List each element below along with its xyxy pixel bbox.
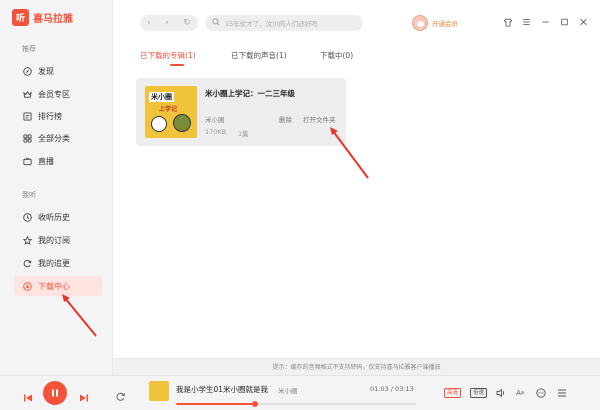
- logo-mark-icon: 听: [12, 9, 29, 26]
- section-label-recommend: 推荐: [22, 45, 36, 53]
- vip-label: 开通会员: [432, 20, 458, 28]
- sidebar-item-label: 我的订阅: [38, 235, 70, 245]
- repeat-icon[interactable]: [115, 387, 126, 406]
- active-tab-indicator: [170, 64, 184, 66]
- sidebar-item-label: 全部分类: [38, 133, 70, 143]
- playlist-icon[interactable]: [556, 387, 568, 399]
- sidebar-item-live[interactable]: 直播: [14, 151, 102, 171]
- now-playing-title[interactable]: 我是小学生01米小圈就是我: [176, 384, 268, 395]
- now-playing-cover[interactable]: [149, 381, 169, 401]
- volume-icon[interactable]: [495, 387, 507, 399]
- sidebar-item-downloads[interactable]: 下载中心: [14, 276, 102, 296]
- app-name: 喜马拉雅: [33, 14, 73, 25]
- compass-icon: [23, 66, 32, 76]
- category-grid-icon: [23, 133, 32, 143]
- tab-downloaded-albums[interactable]: 已下载的专辑(1): [140, 50, 196, 61]
- app-logo[interactable]: 听 喜马拉雅: [12, 9, 73, 26]
- back-arrow-icon[interactable]: ‹: [147, 18, 151, 28]
- top-bar: ‹ › ↻ 15年仗才了，汶川的人们还好吗 开通会员: [113, 0, 600, 44]
- forward-arrow-icon[interactable]: ›: [165, 18, 169, 28]
- sidebar-item-categories[interactable]: 全部分类: [14, 128, 102, 148]
- minimize-icon[interactable]: [539, 15, 552, 29]
- search-input[interactable]: 15年仗才了，汶川的人们还好吗: [205, 15, 363, 31]
- maximize-icon[interactable]: [558, 15, 571, 29]
- tab-downloaded-tracks[interactable]: 已下载的声音(1): [231, 50, 287, 61]
- search-placeholder: 15年仗才了，汶川的人们还好吗: [225, 20, 318, 28]
- download-tabs: 已下载的专辑(1) 已下载的声音(1) 下载中(0): [113, 50, 600, 66]
- sidebar-item-vip[interactable]: 会员专区: [14, 84, 102, 104]
- sidebar-item-ranking[interactable]: 排行榜: [14, 106, 102, 126]
- album-card[interactable]: 米小圈 上学记 米小圈上学记：一二三年级 米小圈 删除 打开文件夹 170KB …: [136, 78, 346, 146]
- close-icon[interactable]: [577, 15, 590, 29]
- cover-character: [173, 114, 191, 132]
- sidebar-item-label: 会员专区: [38, 89, 70, 99]
- sidebar-item-following[interactable]: 我的追更: [14, 253, 102, 273]
- previous-track-icon[interactable]: [23, 388, 33, 407]
- sidebar-item-label: 直播: [38, 156, 54, 166]
- album-episode-count: 1集: [238, 130, 249, 138]
- sidebar: 听 喜马拉雅 推荐 发现 会员专区 排行榜 全部分类 直播 我听 收听历史 我的…: [0, 0, 113, 375]
- search-icon: [212, 18, 220, 28]
- avatar[interactable]: [412, 15, 428, 31]
- sidebar-item-label: 收听历史: [38, 212, 70, 222]
- sidebar-item-label: 下载中心: [38, 281, 70, 291]
- more-options-icon[interactable]: [535, 387, 547, 399]
- sidebar-item-label: 排行榜: [38, 111, 62, 121]
- playback-time: 01:03 / 03:13: [370, 385, 414, 393]
- refresh-icon: [23, 259, 32, 268]
- sidebar-item-label: 我的追更: [38, 258, 70, 268]
- progress-handle[interactable]: [252, 401, 259, 407]
- download-icon: [23, 281, 32, 291]
- cover-title: 米小圈: [149, 92, 174, 102]
- tab-downloading[interactable]: 下载中(0): [320, 50, 353, 61]
- progress-bar[interactable]: [176, 401, 416, 407]
- next-track-icon[interactable]: [79, 388, 89, 407]
- album-cover[interactable]: 米小圈 上学记: [145, 86, 197, 138]
- section-label-mine: 我听: [22, 191, 36, 199]
- now-playing-author[interactable]: 米小圈: [278, 385, 298, 395]
- window-controls: [495, 15, 590, 29]
- font-size-icon[interactable]: Aa: [514, 387, 526, 399]
- pause-button[interactable]: [43, 381, 67, 405]
- player-bar: 我是小学生01米小圈就是我 米小圈 01:03 / 03:13 高清 倍速 Aa: [0, 375, 600, 410]
- cover-subtitle: 上学记: [159, 106, 178, 113]
- vip-button[interactable]: 开通会员: [412, 15, 458, 31]
- sidebar-item-subscriptions[interactable]: 我的订阅: [14, 230, 102, 250]
- live-tv-icon: [23, 157, 32, 166]
- skin-shirt-icon[interactable]: [501, 15, 514, 29]
- delete-button[interactable]: 删除: [279, 114, 292, 124]
- album-author: 米小圈: [205, 116, 225, 124]
- album-size: 170KB: [205, 128, 227, 136]
- speed-badge[interactable]: 倍速: [470, 388, 488, 398]
- progress-fill: [176, 403, 256, 405]
- reload-icon[interactable]: ↻: [183, 18, 191, 28]
- star-icon: [23, 235, 32, 245]
- ranking-icon: [23, 111, 32, 121]
- clock-icon: [23, 212, 32, 222]
- sidebar-item-history[interactable]: 收听历史: [14, 207, 102, 227]
- quality-badge[interactable]: 高清: [444, 388, 462, 398]
- cover-character: [151, 116, 167, 132]
- pause-icon: [52, 389, 58, 397]
- sidebar-item-discover[interactable]: 发现: [14, 61, 102, 81]
- open-folder-button[interactable]: 打开文件夹: [303, 114, 336, 124]
- vip-crown-icon: [23, 90, 32, 99]
- sidebar-item-label: 发现: [38, 66, 54, 76]
- hint-bar: 提示：缓存的音频格式不支持转码，仅支持喜马拉雅客户端播放: [113, 358, 600, 375]
- album-title[interactable]: 米小圈上学记：一二三年级: [205, 88, 295, 99]
- menu-icon[interactable]: [520, 15, 533, 29]
- history-nav: ‹ › ↻: [140, 15, 198, 31]
